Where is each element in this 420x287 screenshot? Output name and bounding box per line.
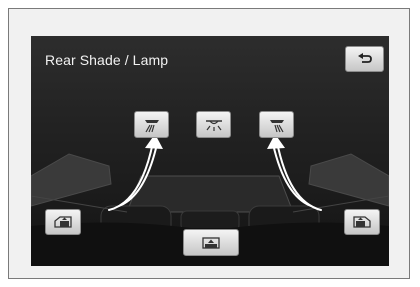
rear-shade-icon	[202, 236, 220, 249]
return-arrow-icon	[357, 53, 372, 63]
dome-lamp-icon	[205, 119, 222, 131]
back-button[interactable]	[345, 46, 384, 72]
left-reading-lamp-button[interactable]	[134, 111, 169, 138]
left-side-shade-button[interactable]	[45, 209, 81, 235]
left-shade-icon	[54, 216, 72, 228]
rear-shade-lamp-screen: Rear Shade / Lamp	[31, 36, 389, 266]
right-reading-lamp-button[interactable]	[259, 111, 294, 138]
page-title: Rear Shade / Lamp	[45, 52, 169, 68]
dome-lamp-button[interactable]	[196, 111, 231, 138]
right-side-shade-button[interactable]	[344, 209, 380, 235]
right-shade-icon	[353, 216, 371, 228]
reading-lamp-left-icon	[144, 119, 159, 132]
rear-window-shade-button[interactable]	[183, 229, 239, 256]
reading-lamp-right-icon	[269, 119, 284, 132]
